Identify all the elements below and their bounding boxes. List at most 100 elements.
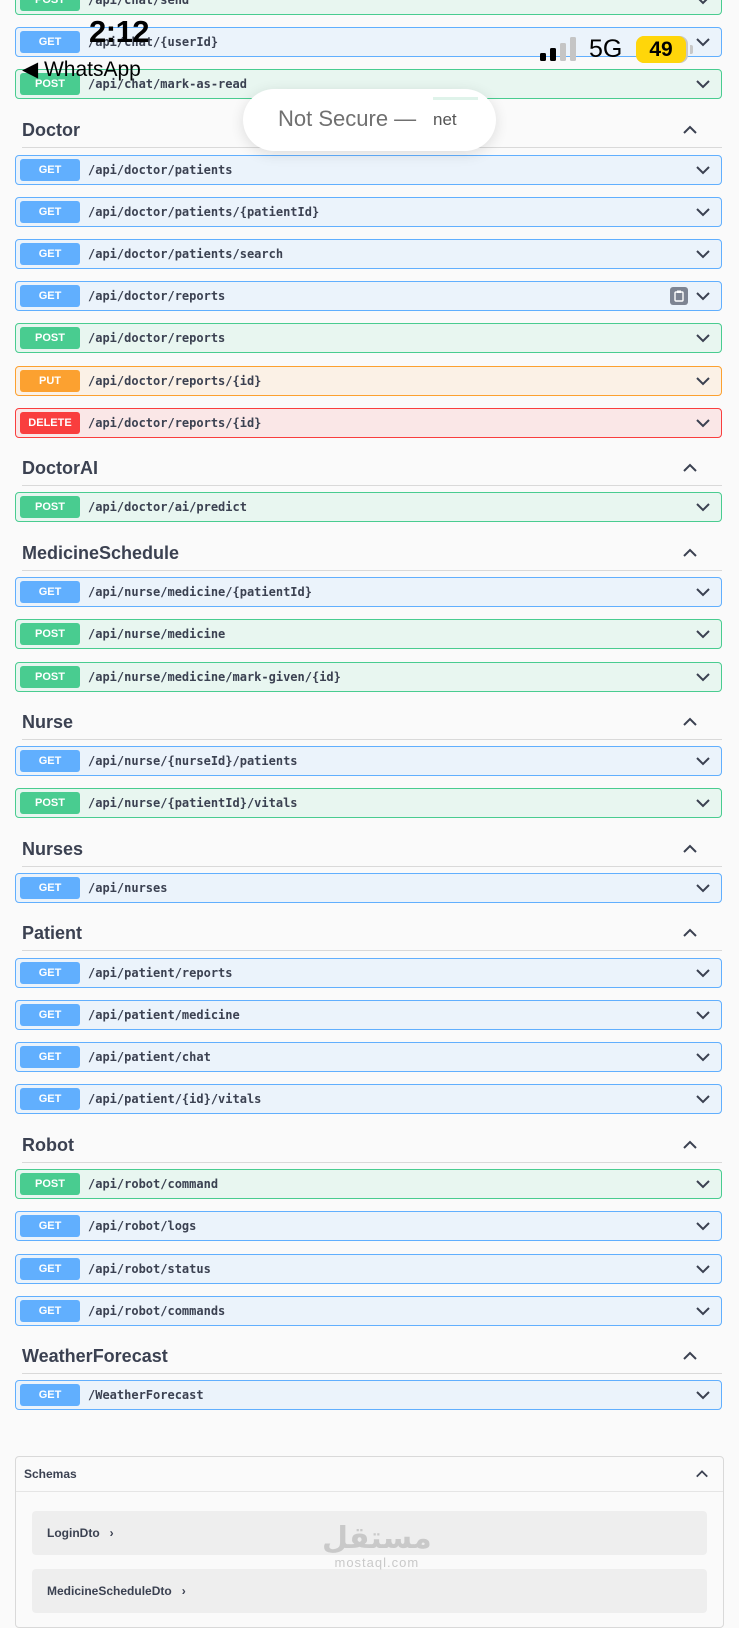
back-to-whatsapp-link[interactable]: ◀ WhatsApp: [22, 57, 141, 82]
status-bar: 2:12 ◀ WhatsApp 5G 49: [0, 0, 739, 90]
schemas-header[interactable]: Schemas: [16, 1457, 723, 1492]
operation-get-api-doctor-reports[interactable]: GET/api/doctor/reports: [15, 281, 722, 312]
operation-get-api-patient-chat[interactable]: GET/api/patient/chat: [15, 1042, 722, 1073]
operation-get-api-robot-status[interactable]: GET/api/robot/status: [15, 1253, 722, 1284]
tag-title: WeatherForecast: [22, 1345, 168, 1366]
operation-get-api-nurse-nurseid-patients[interactable]: GET/api/nurse/{nurseId}/patients: [15, 746, 722, 777]
method-badge: GET: [20, 1384, 80, 1407]
chevron-down-icon[interactable]: [695, 880, 711, 896]
chevron-up-icon[interactable]: [682, 1137, 698, 1153]
operation-delete-api-doctor-reports-id[interactable]: DELETE/api/doctor/reports/{id}: [15, 407, 722, 438]
tag-title: MedicineSchedule: [22, 542, 180, 563]
tag-section-weatherforecast[interactable]: WeatherForecast: [22, 1346, 722, 1374]
chevron-right-icon: ›: [109, 1526, 114, 1540]
chevron-up-icon[interactable]: [682, 714, 698, 730]
chevron-down-icon[interactable]: [695, 288, 711, 304]
chevron-up-icon[interactable]: [682, 122, 698, 138]
operation-post-api-nurse-medicine-mark-given-id[interactable]: POST/api/nurse/medicine/mark-given/{id}: [15, 661, 722, 692]
operation-get-api-nurse-medicine-patientid[interactable]: GET/api/nurse/medicine/{patientId}: [15, 577, 722, 608]
operation-path: /api/doctor/reports/{id}: [88, 373, 262, 388]
tag-title: Doctor: [22, 120, 80, 140]
chevron-down-icon[interactable]: [695, 626, 711, 642]
operation-put-api-doctor-reports-id[interactable]: PUT/api/doctor/reports/{id}: [15, 365, 722, 396]
operation-post-api-nurse-patientid-vitals[interactable]: POST/api/nurse/{patientId}/vitals: [15, 788, 722, 819]
operation-path: /api/doctor/patients: [88, 162, 233, 177]
chevron-down-icon[interactable]: [695, 1049, 711, 1065]
copy-to-clipboard-icon[interactable]: [670, 287, 688, 306]
tag-title: Robot: [22, 1134, 74, 1155]
operation-path: /api/nurse/medicine/{patientId}: [88, 585, 312, 600]
method-badge: GET: [20, 1257, 80, 1280]
operation-get-api-robot-commands[interactable]: GET/api/robot/commands: [15, 1295, 722, 1326]
chevron-down-icon[interactable]: [695, 415, 711, 431]
operation-path: /WeatherForecast: [88, 1388, 204, 1403]
operation-path: /api/robot/commands: [88, 1303, 226, 1318]
chevron-down-icon[interactable]: [695, 753, 711, 769]
tag-section-medicineschedule[interactable]: MedicineSchedule: [22, 543, 722, 571]
tag-section-robot[interactable]: Robot: [22, 1135, 722, 1163]
operation-post-api-nurse-medicine[interactable]: POST/api/nurse/medicine: [15, 619, 722, 650]
tag-section-nurse[interactable]: Nurse: [22, 712, 722, 740]
tag-section-doctorai[interactable]: DoctorAI: [22, 458, 722, 486]
chevron-up-icon[interactable]: [682, 925, 698, 941]
chevron-down-icon[interactable]: [695, 330, 711, 346]
chevron-down-icon[interactable]: [695, 584, 711, 600]
chevron-down-icon[interactable]: [695, 795, 711, 811]
chevron-down-icon[interactable]: [695, 669, 711, 685]
operation-get-api-doctor-patients-search[interactable]: GET/api/doctor/patients/search: [15, 238, 722, 269]
chevron-right-icon: ›: [181, 1584, 186, 1598]
chevron-up-icon[interactable]: [682, 841, 698, 857]
watermark: مستقل mostaql.com: [322, 1523, 432, 1571]
chevron-down-icon[interactable]: [695, 1218, 711, 1234]
operation-path: /api/patient/chat: [88, 1050, 211, 1065]
tag-title: Nurses: [22, 838, 84, 859]
chevron-up-icon[interactable]: [682, 460, 698, 476]
chevron-down-icon[interactable]: [695, 499, 711, 515]
chevron-down-icon[interactable]: [695, 373, 711, 389]
chevron-down-icon[interactable]: [695, 1261, 711, 1277]
method-badge: DELETE: [20, 411, 80, 434]
tag-title: Patient: [22, 923, 83, 944]
operation-get-api-doctor-patients[interactable]: GET/api/doctor/patients: [15, 154, 722, 185]
operation-path: /api/nurse/medicine: [88, 627, 226, 642]
clock: 2:12: [89, 14, 150, 49]
operation-get-api-patient-reports[interactable]: GET/api/patient/reports: [15, 957, 722, 988]
tag-section-patient[interactable]: Patient: [22, 923, 722, 952]
chevron-down-icon[interactable]: [695, 1387, 711, 1403]
address-bar[interactable]: Not Secure — net: [243, 89, 496, 151]
chevron-down-icon[interactable]: [695, 965, 711, 981]
operation-post-api-doctor-reports[interactable]: POST/api/doctor/reports: [15, 323, 722, 354]
network-type: 5G: [589, 35, 623, 63]
method-badge: GET: [20, 750, 80, 773]
operation-post-api-doctor-ai-predict[interactable]: POST/api/doctor/ai/predict: [15, 492, 722, 523]
method-badge: GET: [20, 200, 80, 223]
operation-path: /api/patient/reports: [88, 965, 233, 980]
chevron-down-icon[interactable]: [695, 1303, 711, 1319]
method-badge: GET: [20, 158, 80, 181]
schema-item-medicinescheduledto[interactable]: MedicineScheduleDto ›: [32, 1569, 707, 1613]
chevron-down-icon[interactable]: [695, 204, 711, 220]
operation-post-api-robot-command[interactable]: POST/api/robot/command: [15, 1169, 722, 1200]
operation-get-api-robot-logs[interactable]: GET/api/robot/logs: [15, 1211, 722, 1242]
chevron-down-icon[interactable]: [695, 1176, 711, 1192]
method-badge: GET: [20, 1215, 80, 1238]
chevron-up-icon[interactable]: [682, 1348, 698, 1364]
operation-get-api-doctor-patients-patientid[interactable]: GET/api/doctor/patients/{patientId}: [15, 196, 722, 227]
chevron-up-icon[interactable]: [682, 545, 698, 561]
operation-get-weatherforecast[interactable]: GET/WeatherForecast: [15, 1380, 722, 1411]
method-badge: POST: [20, 327, 80, 350]
watermark-logo-latin: mostaql.com: [334, 1555, 420, 1570]
battery-level: 49: [636, 36, 686, 63]
operation-get-api-patient-medicine[interactable]: GET/api/patient/medicine: [15, 1000, 722, 1030]
chevron-down-icon[interactable]: [695, 246, 711, 262]
operation-get-api-patient-id-vitals[interactable]: GET/api/patient/{id}/vitals: [15, 1084, 722, 1115]
chevron-down-icon[interactable]: [695, 1091, 711, 1107]
tag-section-nurses[interactable]: Nurses: [22, 839, 722, 867]
operation-path: /api/doctor/patients/{patientId}: [88, 204, 320, 219]
schema-name: LoginDto: [47, 1526, 100, 1540]
chevron-up-icon[interactable]: [695, 1467, 709, 1481]
page-load-progress: [433, 97, 478, 100]
chevron-down-icon[interactable]: [695, 162, 711, 178]
chevron-down-icon[interactable]: [695, 1007, 711, 1023]
operation-get-api-nurses[interactable]: GET/api/nurses: [15, 873, 722, 904]
